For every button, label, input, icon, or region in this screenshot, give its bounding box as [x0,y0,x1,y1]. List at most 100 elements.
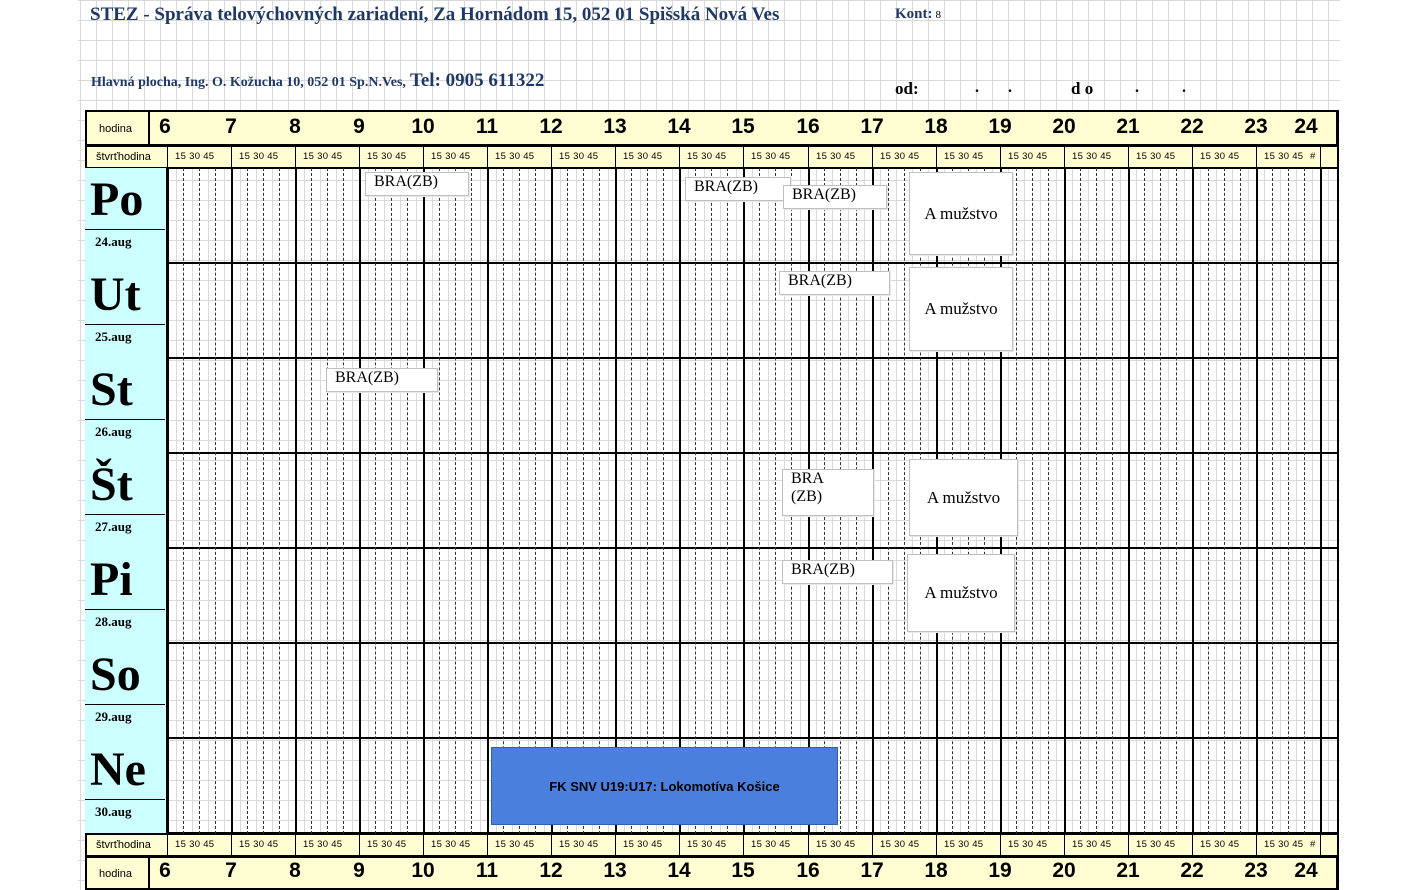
hour-gridline [808,834,809,856]
page-title: STEZ - Správa telovýchovných zariadení, … [90,4,780,25]
quarter-label-last: # [1310,151,1316,162]
hour-gridline [1320,146,1321,168]
hour-gridline [1192,168,1194,834]
hour-number: 20 [1052,115,1076,138]
quarter-labels: 15 30 45 [751,151,791,162]
quarter-labels: 15 30 45 [687,151,727,162]
day-row-divider [85,737,1339,739]
hour-gridline [615,168,617,834]
hour-gridline [1128,168,1130,834]
hour-number: 24 [1294,115,1318,138]
hour-number: 7 [225,115,237,138]
booking-bra-po-2[interactable]: BRA(ZB) [685,177,791,201]
quarter-labels: 15 30 45 [1200,151,1240,162]
hour-number: 18 [924,115,948,138]
hour-number: 12 [539,115,563,138]
quarter-labels: 15 30 45 [431,151,471,162]
day-row-divider [85,642,1339,644]
quarter-gridline [247,168,248,834]
hour-gridline [423,146,424,168]
right-margin [1340,0,1416,890]
day-date: 28.aug [85,609,165,643]
hour-number: 7 [225,859,237,882]
quarter-labels: 15 30 45 [1136,151,1176,162]
booking-team-pi[interactable]: A mužstvo [907,554,1015,632]
hour-number: 23 [1244,859,1268,882]
booking-bra-stv[interactable]: BRA (ZB) [782,469,874,516]
booking-bra-pi[interactable]: BRA(ZB) [782,560,893,584]
hour-number: 8 [289,115,301,138]
hour-number: 9 [353,115,365,138]
day-name: Št [90,458,133,511]
quarter-gridline [199,168,200,834]
quarter-gridline [375,168,376,834]
quarter-labels: 15 30 45 [175,151,215,162]
hour-gridline [872,834,873,856]
date-dot: . [1008,79,1012,96]
quarter-gridline [888,168,889,834]
quarter-gridline [1032,168,1033,834]
day-cell: Po 24.aug [85,168,167,263]
day-date: 27.aug [85,514,165,548]
day-date: 26.aug [85,419,165,453]
do-label: d o [1071,79,1094,98]
quarter-gridline [1160,168,1161,834]
hour-gridline [936,146,937,168]
quarter-gridline [711,168,712,834]
booking-team-stv[interactable]: A mužstvo [909,459,1018,536]
header-divider [148,110,150,146]
hour-gridline [743,834,744,856]
quarter-gridline [1240,168,1241,834]
day-cell: Ne 30.aug [85,738,167,833]
hour-gridline [1320,834,1321,856]
subtitle: Hlavná plocha, Ing. O. Kožucha 10, 052 0… [91,70,544,92]
booking-bra-line2: (ZB) [791,488,823,506]
hour-row-label: hodina [99,123,133,135]
booking-team-po[interactable]: A mužstvo [909,172,1013,255]
hour-number: 14 [667,115,691,138]
hour-gridline [872,146,873,168]
hour-gridline [1128,146,1129,168]
booking-bra-ut[interactable]: BRA(ZB) [779,271,890,295]
quarter-gridline [215,168,216,834]
hour-gridline [167,834,168,856]
quarter-labels: 15 30 45 [687,839,727,850]
hour-gridline [231,146,232,168]
quarter-labels: 15 30 45 [559,839,599,850]
booking-bra-po-1[interactable]: BRA(ZB) [365,172,469,196]
quarter-labels: 15 30 45 [495,151,535,162]
booking-bra-po-3[interactable]: BRA(ZB) [783,185,887,209]
day-date: 29.aug [85,704,165,738]
hour-gridline [487,834,488,856]
hour-gridline [487,146,488,168]
day-cell: So 29.aug [85,643,167,738]
booking-bra-st[interactable]: BRA(ZB) [326,368,438,392]
hour-gridline [1192,146,1193,168]
hour-gridline [808,146,809,168]
booking-match-ne[interactable]: FK SNV U19:U17: Lokomotíva Košice [491,747,838,825]
quarter-gridline [535,168,536,834]
kont-label: Kont: 8 [895,6,941,22]
quarter-labels: 15 30 45 [944,151,984,162]
hour-gridline [1000,146,1001,168]
hour-gridline [295,168,297,834]
hour-number: 18 [924,859,948,882]
quarter-labels: 15 30 45 [431,839,471,850]
hour-gridline [295,834,296,856]
quarter-gridline [1112,168,1113,834]
date-dot: . [975,79,979,96]
quarter-gridline [1208,168,1209,834]
quarter-labels: 15 30 45 [239,151,279,162]
hour-gridline [1256,168,1258,834]
booking-team-ut[interactable]: A mužstvo [909,267,1013,351]
quarter-labels: 15 30 45 [944,839,984,850]
quarter-gridline [471,168,472,834]
hour-gridline [1128,834,1129,856]
hour-number: 13 [603,115,627,138]
day-date: 24.aug [85,229,165,263]
day-cell: Pi 28.aug [85,548,167,643]
hour-number: 13 [603,859,627,882]
hour-number: 17 [860,859,884,882]
hour-gridline [167,168,169,834]
quarter-gridline [1304,168,1305,834]
